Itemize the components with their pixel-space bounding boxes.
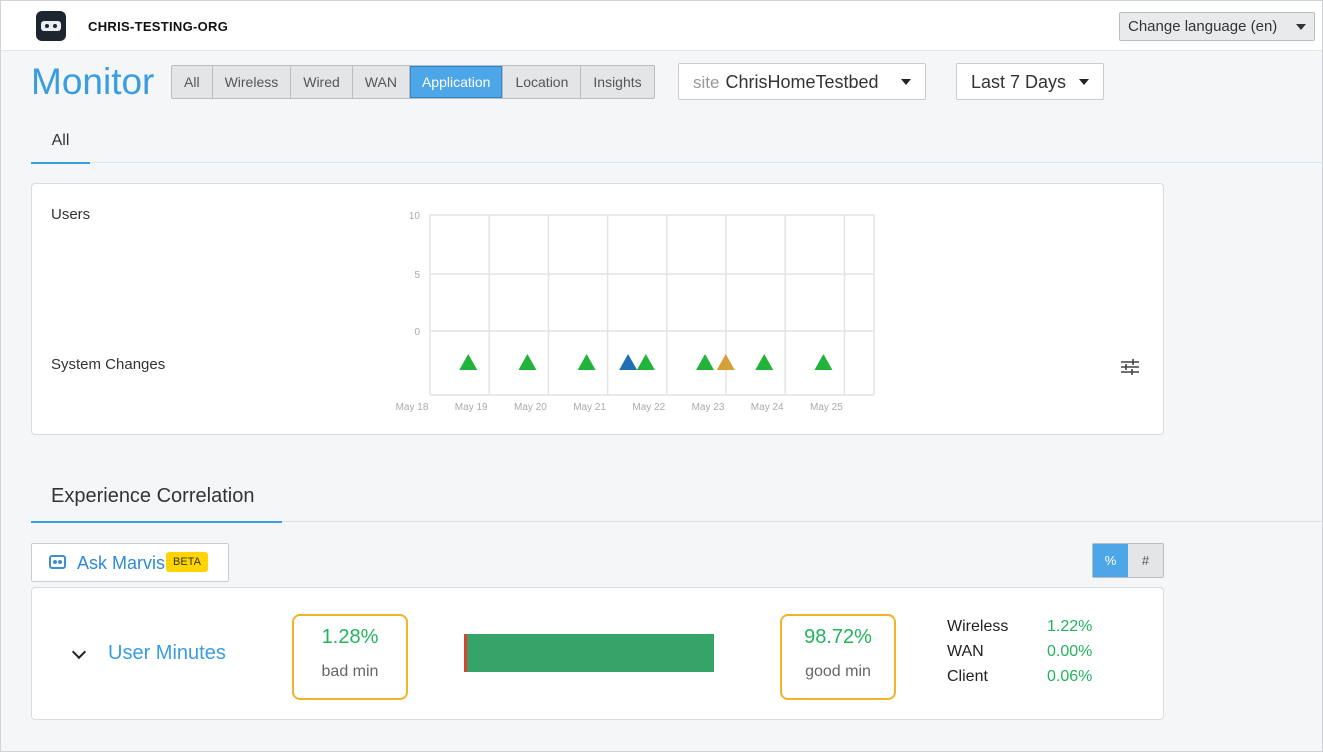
- x-tick-label: May 24: [751, 402, 784, 413]
- users-chart-card: Users System Changes 10 5 0 May 18 May 19 May…: [31, 183, 1164, 435]
- user-minutes-link[interactable]: User Minutes: [108, 642, 226, 665]
- chevron-down-icon[interactable]: [71, 644, 87, 660]
- site-prefix: site: [693, 73, 720, 92]
- chevron-down-icon: [1296, 24, 1306, 30]
- x-tick-label: May 23: [692, 402, 725, 413]
- site-value: ChrisHomeTestbed: [725, 72, 879, 92]
- breakdown-value: 1.22%: [1047, 618, 1093, 635]
- marvis-icon: [49, 555, 66, 569]
- x-tick-label: May 25: [810, 402, 843, 413]
- chevron-down-icon: [901, 79, 911, 85]
- good-minutes-box[interactable]: 98.72% good min: [780, 614, 896, 700]
- count-toggle-button[interactable]: #: [1128, 544, 1163, 577]
- monitor-tabs: All Wireless Wired WAN Application Locat…: [171, 65, 655, 99]
- user-minutes-bar[interactable]: [464, 634, 714, 672]
- beta-badge: BETA: [166, 552, 208, 572]
- tab-wired[interactable]: Wired: [291, 66, 353, 98]
- system-change-marker: [814, 354, 833, 370]
- system-change-marker: [459, 354, 478, 370]
- bad-minutes-label: bad min: [321, 663, 379, 680]
- time-period-selector[interactable]: Last 7 Days: [956, 63, 1104, 100]
- breakdown-row[interactable]: WAN 0.00%: [947, 643, 1092, 668]
- tab-wireless[interactable]: Wireless: [213, 66, 292, 98]
- good-minutes-label: good min: [805, 663, 871, 680]
- user-minutes-card: User Minutes 1.28% bad min 98.72% good m…: [31, 587, 1164, 720]
- bad-minutes-percent: 1.28%: [321, 626, 379, 648]
- ask-marvis-label: Ask Marvis: [77, 553, 166, 573]
- breakdown-row[interactable]: Client 0.06%: [947, 668, 1092, 693]
- chevron-down-icon: [1079, 79, 1089, 85]
- marvis-logo-icon[interactable]: [36, 11, 66, 41]
- y-tick-label: 5: [414, 270, 420, 281]
- tab-application[interactable]: Application: [409, 66, 504, 98]
- x-tick-label: May 18: [396, 402, 429, 413]
- period-value: Last 7 Days: [971, 72, 1067, 92]
- tab-all[interactable]: All: [172, 66, 213, 98]
- system-change-marker: [636, 354, 655, 370]
- x-tick-label: May 20: [514, 402, 547, 413]
- bad-minutes-box[interactable]: 1.28% bad min: [292, 614, 408, 700]
- good-minutes-percent: 98.72%: [804, 626, 872, 648]
- system-change-marker: [716, 354, 735, 370]
- bad-minutes-bar-segment: [464, 634, 468, 672]
- breakdown-name: Client: [947, 668, 988, 685]
- experience-correlation-tab[interactable]: Experience Correlation: [31, 485, 282, 523]
- system-change-marker: [755, 354, 774, 370]
- subtab-divider: [31, 162, 1323, 163]
- subtab-all[interactable]: All: [31, 128, 90, 164]
- page-title: Monitor: [31, 61, 155, 102]
- system-change-marker: [696, 354, 715, 370]
- breakdown-row[interactable]: Wireless 1.22%: [947, 618, 1092, 643]
- unit-toggle: % #: [1092, 543, 1164, 578]
- system-change-marker: [518, 354, 537, 370]
- x-tick-label: May 22: [632, 402, 665, 413]
- system-change-marker: [619, 354, 638, 370]
- system-change-marker: [577, 354, 596, 370]
- x-tick-label: May 21: [573, 402, 606, 413]
- breakdown-name: Wireless: [947, 618, 1009, 635]
- site-selector[interactable]: site ChrisHomeTestbed: [678, 63, 926, 100]
- top-bar: CHRIS-TESTING-ORG Change language (en): [1, 1, 1322, 51]
- x-tick-label: May 19: [455, 402, 488, 413]
- classifier-breakdown: Wireless 1.22% WAN 0.00% Client 0.06%: [947, 618, 1092, 693]
- chart-settings-icon[interactable]: [1120, 358, 1140, 376]
- breakdown-value: 0.06%: [1047, 668, 1093, 685]
- tab-location[interactable]: Location: [503, 66, 582, 98]
- breakdown-name: WAN: [947, 643, 984, 660]
- tab-insights[interactable]: Insights: [581, 66, 653, 98]
- percent-toggle-button[interactable]: %: [1093, 544, 1128, 577]
- change-language-dropdown[interactable]: Change language (en): [1119, 12, 1315, 41]
- org-name[interactable]: CHRIS-TESTING-ORG: [88, 19, 228, 34]
- y-tick-label: 0: [414, 327, 420, 338]
- users-chart[interactable]: 10 5 0 May 18 May 19 May 20 May 21 May 22 May 23…: [32, 184, 1163, 434]
- change-language-label: Change language (en): [1128, 18, 1278, 35]
- ask-marvis-button[interactable]: Ask Marvis BETA: [31, 543, 229, 582]
- y-tick-label: 10: [409, 211, 421, 222]
- tab-wan[interactable]: WAN: [353, 66, 410, 98]
- breakdown-value: 0.00%: [1047, 643, 1093, 660]
